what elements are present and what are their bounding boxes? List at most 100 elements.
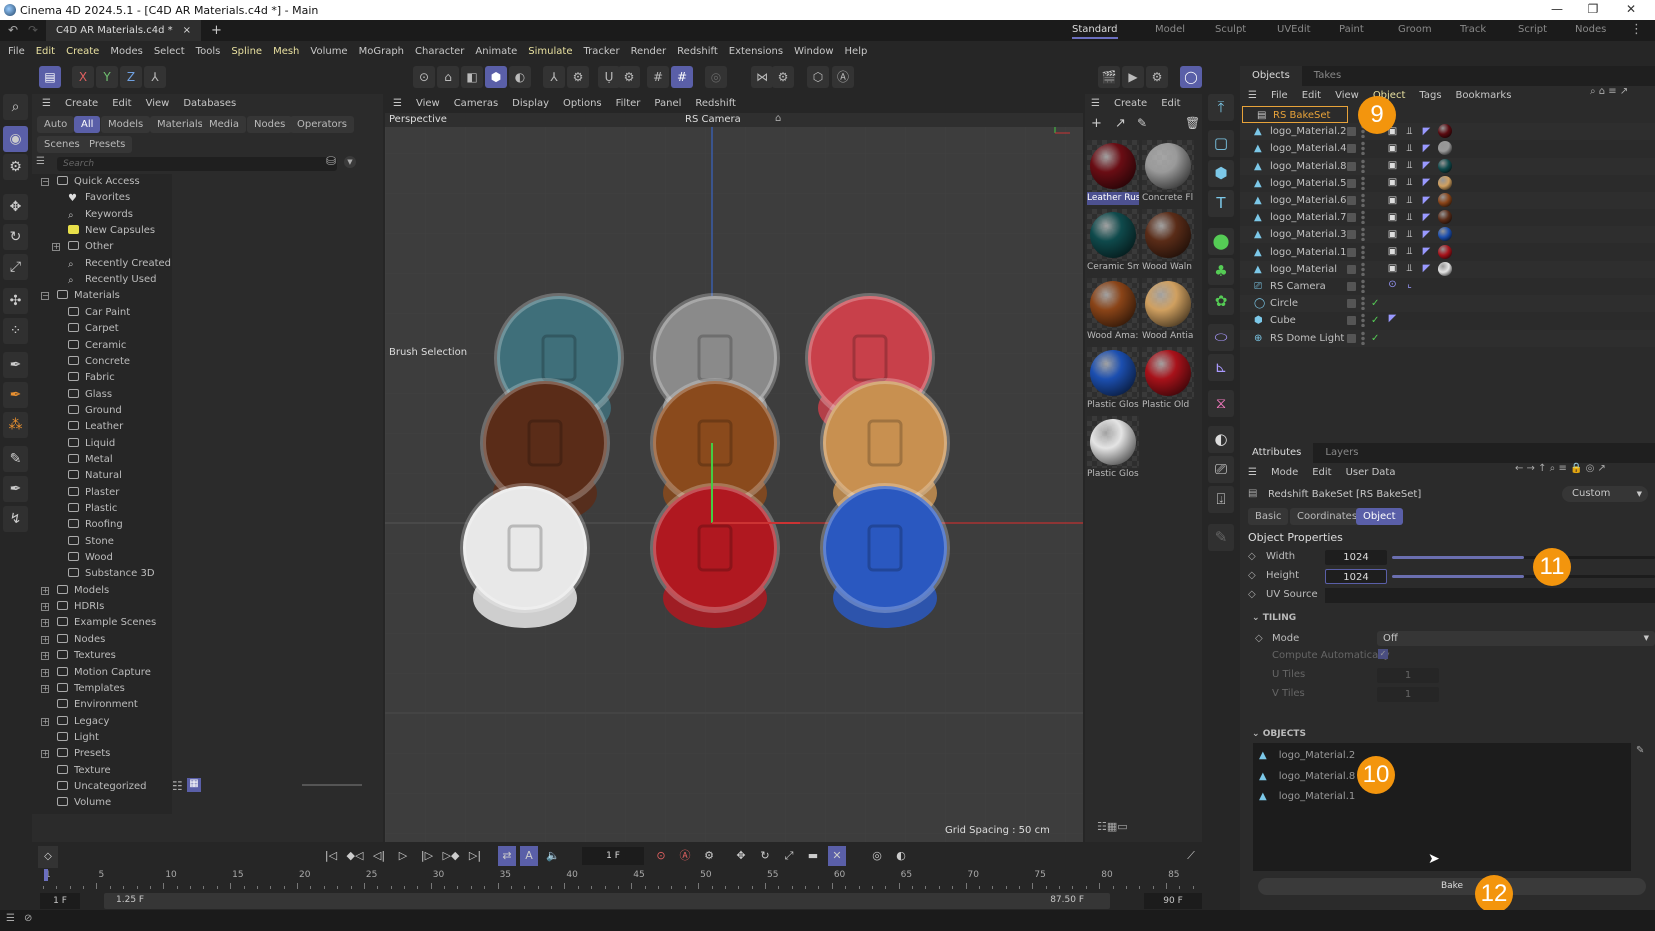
asset-search-input[interactable]: Search [57, 157, 337, 171]
menu-tools[interactable]: Tools [196, 46, 221, 57]
object-row[interactable]: ⎚ RS Camera ⊙ ⌞ [1240, 278, 1655, 295]
object-name[interactable]: RS Camera [1270, 278, 1326, 295]
tree-item-environment[interactable]: Environment [57, 697, 138, 713]
v-tiles-input[interactable]: 1 [1377, 687, 1439, 702]
uv-tag-icon[interactable]: ▣ [1387, 212, 1398, 223]
phong-tag-icon[interactable]: ⫫ [1404, 246, 1415, 257]
material-tag-icon[interactable] [1438, 261, 1452, 276]
move-icon[interactable]: ✥ [3, 194, 28, 220]
close-tab-icon[interactable]: × [183, 25, 191, 36]
go-to-end-icon[interactable]: ▷| [466, 846, 484, 866]
material-selection-tag-icon[interactable]: ◤ [1421, 143, 1432, 154]
tree-item-texture[interactable]: Texture [57, 763, 111, 779]
go-to-start-icon[interactable]: |◁ [322, 846, 340, 866]
tree-item-hdris[interactable]: + HDRIs [41, 599, 104, 615]
hamburger-icon[interactable]: ☰ [42, 98, 51, 109]
object-name[interactable]: logo_Material.2 [1270, 123, 1347, 140]
asset-menu-create[interactable]: Create [65, 98, 98, 109]
object-name[interactable]: logo_Material.8 [1270, 158, 1347, 175]
menu-icon[interactable]: ☰ [6, 913, 15, 924]
layout-tab-uvedit[interactable]: UVEdit [1277, 24, 1311, 35]
multi-transform-icon[interactable]: ⁘ [3, 318, 28, 344]
axis-settings-icon[interactable]: ⚙ [567, 66, 589, 88]
material-tag-icon[interactable] [1438, 193, 1452, 207]
tree-item-wood[interactable]: Wood [68, 550, 113, 566]
bake-icon[interactable]: ◐ [892, 846, 910, 866]
fcurve-icon[interactable]: ⟋ [1182, 846, 1200, 866]
object-row[interactable]: ▲ logo_Material ▣ ⫫ ◤ [1240, 260, 1655, 278]
tree-item-liquid[interactable]: Liquid [68, 436, 115, 452]
scale-icon[interactable]: ⤢ [3, 254, 28, 280]
light-icon[interactable]: ⍗ [1208, 486, 1234, 513]
material-selection-tag-icon[interactable]: ◤ [1421, 263, 1432, 274]
material-swatch[interactable]: Wood Ama: [1087, 278, 1139, 343]
camera-icon[interactable]: ⎚ [1208, 456, 1234, 483]
minimize-button[interactable]: — [1542, 2, 1572, 16]
hamburger-icon[interactable]: ☰ [1248, 467, 1257, 478]
tree-item-new-capsules[interactable]: New Capsules [68, 223, 155, 239]
camera-label[interactable]: RS Camera [685, 114, 741, 125]
asset-menu-edit[interactable]: Edit [112, 98, 131, 109]
grid-button[interactable]: # [647, 66, 669, 88]
expand-icon[interactable]: + [41, 619, 49, 628]
subtab-coordinates[interactable]: Coordinates [1290, 508, 1365, 525]
object-row[interactable]: ▲ logo_Material.6 ▣ ⫫ ◤ [1240, 192, 1655, 209]
deformer-icon[interactable]: ⬭ [1208, 324, 1234, 351]
object-row[interactable]: ▲ logo_Material.4 ▣ ⫫ ◤ [1240, 140, 1655, 157]
transform-icon[interactable]: ✣ [3, 288, 28, 314]
object-row[interactable]: ⊕ RS Dome Light ✓ [1240, 329, 1655, 347]
expand-icon[interactable]: + [41, 603, 49, 612]
render-picture-viewer-button[interactable]: ▶ [1122, 66, 1144, 88]
subtab-object[interactable]: Object [1356, 508, 1403, 525]
enabled-check-icon[interactable]: ✓ [1371, 295, 1379, 312]
object-panel-tools-icons[interactable]: ⌕ ⌂ ≡ ↗ [1590, 86, 1628, 97]
previous-key-icon[interactable]: ◆◁ [346, 846, 364, 866]
editor-render-dots-icon[interactable] [1361, 296, 1365, 311]
object-name[interactable]: RS Dome Light [1270, 330, 1344, 347]
field-icon[interactable]: ⊾ [1208, 354, 1234, 381]
layout-tab-nodes[interactable]: Nodes [1575, 24, 1606, 35]
uv-mode-button[interactable]: ◐ [509, 66, 531, 88]
tree-item-example-scenes[interactable]: + Example Scenes [41, 615, 156, 631]
symmetry-button[interactable]: ⋈ [751, 66, 773, 88]
menu-animate[interactable]: Animate [475, 46, 517, 57]
attributes-menu-edit[interactable]: Edit [1312, 467, 1331, 478]
spline-pen-icon[interactable]: ✒ [3, 352, 28, 378]
tree-item-plastic[interactable]: Plastic [68, 501, 117, 517]
tree-item-light[interactable]: Light [57, 730, 99, 746]
phong-tag-icon[interactable]: ⫫ [1404, 143, 1415, 154]
shelf-menu-edit[interactable]: Edit [1161, 98, 1180, 109]
phong-tag-icon[interactable]: ⫫ [1404, 195, 1415, 206]
spline-point-icon[interactable]: ✒ [3, 382, 28, 408]
tree-item-ground[interactable]: Ground [68, 403, 122, 419]
y-axis-button[interactable]: Y [96, 66, 118, 88]
menu-mesh[interactable]: Mesh [273, 46, 299, 57]
editor-render-dots-icon[interactable] [1361, 141, 1365, 156]
layer-visibility-icon[interactable] [1347, 230, 1356, 240]
object-menu-view[interactable]: View [1335, 90, 1359, 101]
sketch-icon[interactable]: ↯ [3, 506, 28, 532]
tab-layers[interactable]: Layers [1313, 443, 1370, 463]
edges-mode-button[interactable]: ⌂ [437, 66, 459, 88]
hamburger-icon[interactable]: ☰ [1091, 98, 1100, 109]
uv-tag-icon[interactable]: ▣ [1387, 246, 1398, 257]
tree-item-carpet[interactable]: Carpet [68, 321, 119, 337]
tree-item-textures[interactable]: + Textures [41, 648, 116, 664]
new-tab-button[interactable]: + [211, 23, 222, 38]
previous-frame-icon[interactable]: ◁| [370, 846, 388, 866]
enabled-check-icon[interactable]: ✓ [1371, 312, 1379, 329]
uv-tag-icon[interactable]: ▣ [1387, 160, 1398, 171]
material-selection-tag-icon[interactable]: ◤ [1421, 160, 1432, 171]
material-selection-tag-icon[interactable]: ◤ [1421, 229, 1432, 240]
protection-tag-icon[interactable]: ⌞ [1404, 279, 1415, 290]
keyframe-button[interactable]: ◇ [38, 846, 58, 868]
collapse-tree-icon[interactable]: ☰ [36, 156, 45, 167]
object-name[interactable]: logo_Material.3 [1270, 226, 1347, 243]
close-button[interactable]: ✕ [1616, 2, 1646, 16]
material-tag-icon[interactable] [1438, 175, 1452, 190]
asset-menu-view[interactable]: View [146, 98, 170, 109]
material-tag-icon[interactable] [1438, 210, 1452, 225]
logo-coin[interactable] [460, 483, 590, 613]
tree-item-ceramic[interactable]: Ceramic [68, 338, 126, 354]
menu-redshift[interactable]: Redshift [677, 46, 718, 57]
